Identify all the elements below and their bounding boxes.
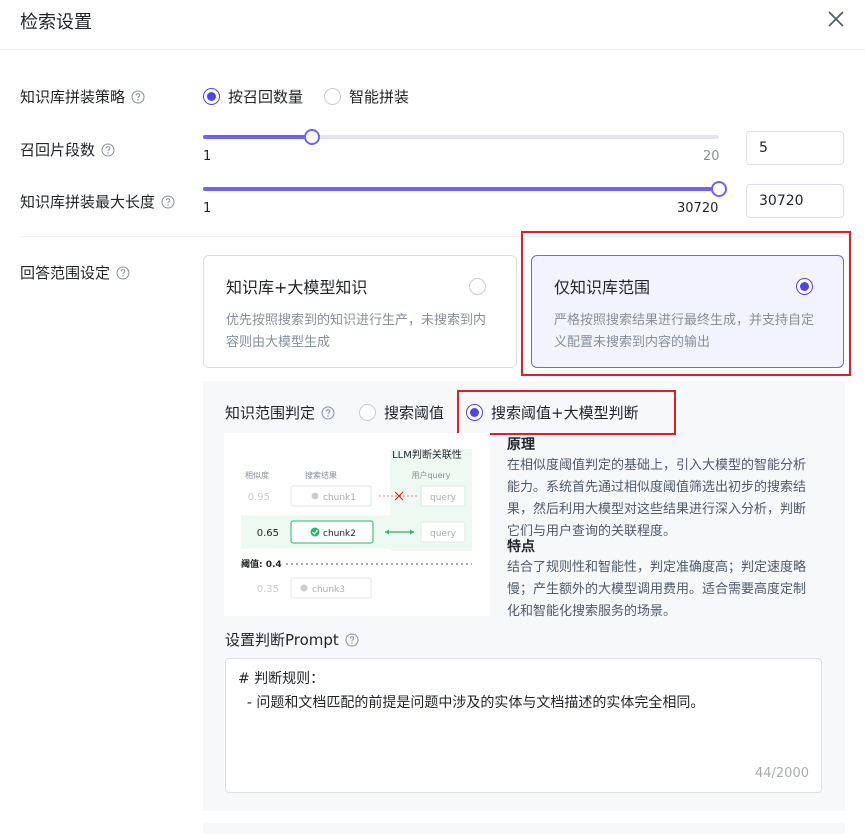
close-icon[interactable] (826, 9, 846, 29)
help-icon[interactable] (321, 406, 335, 420)
max-length-slider[interactable] (203, 181, 727, 197)
diagram-query: query (430, 493, 457, 503)
chunks-slider[interactable] (203, 129, 719, 145)
prompt-textarea[interactable]: # 判断规则： - 问题和文档匹配的前提是问题中涉及的实体与文档描述的实体完全相… (225, 658, 822, 793)
prompt-label: 设置判断Prompt (225, 629, 359, 650)
features-text: 结合了规则性和智能性，判定准确度高；判定速度略 慢；产生额外的大模型调用费用。适… (507, 560, 807, 619)
diagram-chunk: chunk1 (323, 493, 356, 503)
help-icon[interactable] (116, 266, 130, 280)
help-icon[interactable] (161, 195, 175, 209)
chunk-dot-icon (300, 584, 308, 592)
radio-icon[interactable] (359, 404, 376, 421)
card-desc: 优先按照搜索到的知识进行生产，未搜索到内 容则由大模型生成 (226, 313, 487, 350)
radio-icon[interactable] (324, 88, 341, 105)
max-length-input[interactable]: 30720 (746, 184, 844, 218)
diagram-score: 0.65 (257, 528, 279, 539)
strategy-option-smart[interactable]: 智能拼装 (324, 86, 409, 107)
judge-option-threshold[interactable]: 搜索阈值 (359, 402, 444, 423)
max-length-label: 知识库拼装最大长度 (20, 191, 175, 212)
radio-icon[interactable] (469, 278, 486, 295)
chunk-dot-icon (311, 492, 319, 500)
max-length-max-label: 30720 (677, 201, 719, 216)
highlight-box (521, 231, 851, 376)
diagram-score: 0.35 (257, 584, 279, 595)
strategy-option-by-count[interactable]: 按召回数量 (203, 86, 303, 107)
dialog-header: 检索设置 (0, 0, 865, 50)
prompt-line: # 判断规则： (238, 671, 325, 687)
answer-scope-label: 回答范围设定 (20, 262, 130, 283)
features-title: 特点 (507, 539, 535, 555)
slider-fill (203, 187, 719, 191)
diagram-col-similarity: 相似度 (245, 470, 269, 480)
max-length-min-label: 1 (203, 201, 212, 216)
diagram-query: query (430, 529, 457, 539)
diagram-col-query: 用户query (411, 470, 450, 480)
diagram-col-result: 搜索结果 (305, 470, 337, 480)
diagram-chunk: chunk3 (312, 585, 345, 595)
diagram-chunk: chunk2 (323, 529, 356, 539)
principle-title: 原理 (507, 437, 535, 453)
slider-fill (203, 135, 312, 139)
dialog-title: 检索设置 (20, 12, 92, 33)
chunks-label: 召回片段数 (20, 139, 115, 160)
diagram-canvas: LLM判断关联性 相似度 搜索结果 用户query 0.95 chunk1 qu… (241, 448, 472, 599)
chunks-max-label: 20 (703, 149, 720, 164)
card-title: 知识库+大模型知识 (226, 278, 368, 297)
judge-label: 知识范围判定 (225, 402, 335, 423)
slider-thumb[interactable] (711, 181, 727, 197)
judge-diagram: LLM判断关联性 相似度 搜索结果 用户query 0.95 chunk1 qu… (224, 433, 490, 616)
check-icon (310, 527, 320, 537)
diagram-threshold: 阈值: 0.4 (241, 558, 282, 570)
chunks-min-label: 1 (203, 149, 212, 164)
highlight-box (457, 390, 676, 435)
prompt-counter: 44/2000 (754, 766, 809, 781)
prompt-line: - 问题和文档匹配的前提是问题中涉及的实体与文档描述的实体完全相同。 (238, 695, 705, 711)
diagram-title: LLM判断关联性 (392, 448, 462, 461)
scope-card-kb-plus-llm[interactable]: 知识库+大模型知识 优先按照搜索到的知识进行生产，未搜索到内 容则由大模型生成 (203, 255, 517, 368)
chunks-input[interactable]: 5 (746, 131, 844, 165)
strategy-label: 知识库拼装策略 (20, 86, 145, 107)
radio-icon[interactable] (203, 88, 220, 105)
principle-text: 在相似度阈值判定的基础上，引入大模型的智能分析 能力。系统首先通过相似度阈值筛选… (507, 458, 807, 539)
next-panel-edge (203, 823, 845, 834)
help-icon[interactable] (101, 143, 115, 157)
help-icon[interactable] (131, 90, 145, 104)
diagram-score: 0.95 (248, 492, 270, 503)
help-icon[interactable] (345, 633, 359, 647)
slider-thumb[interactable] (303, 129, 320, 145)
